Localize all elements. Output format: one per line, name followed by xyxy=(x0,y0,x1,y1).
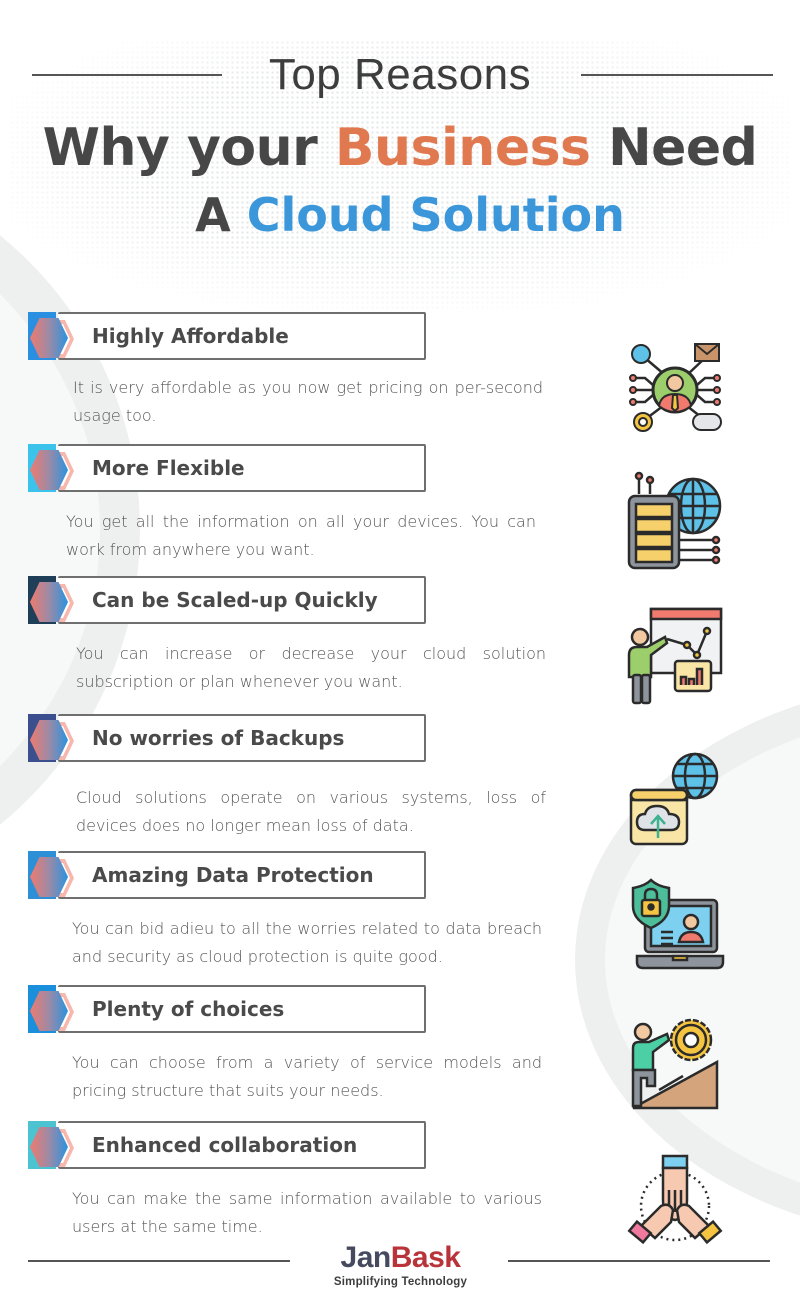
logo-bask: Bask xyxy=(390,1241,461,1274)
reason-title: No worries of Backups xyxy=(92,726,345,750)
page-title-line1: Why your Business Need xyxy=(0,116,800,180)
reason-header-box: Plenty of choices xyxy=(28,985,426,1033)
reason-description: You can choose from a variety of service… xyxy=(72,1053,542,1100)
title-accent-business: Business xyxy=(334,118,591,178)
reason-description: You can make the same information availa… xyxy=(72,1189,542,1236)
server-globe-icon xyxy=(627,471,722,570)
reason-description: You can bid adieu to all the worries rel… xyxy=(72,919,542,966)
hexagon-icon xyxy=(30,857,76,897)
title-text: Need xyxy=(590,118,758,178)
reason-description: You can increase or decrease your cloud … xyxy=(76,644,546,691)
reason-item: Can be Scaled-up Quickly You can increase… xyxy=(28,576,588,691)
reason-header-box: Can be Scaled-up Quickly xyxy=(28,576,426,624)
reason-header-box: Highly Affordable xyxy=(28,312,426,360)
reason-item: Amazing Data Protection You can bid adieu… xyxy=(28,851,588,966)
reason-description: Cloud solutions operate on various syste… xyxy=(76,788,546,835)
logo-wordmark: JanBask xyxy=(328,1242,473,1274)
logo-tagline: Simplifying Technology xyxy=(333,1276,468,1288)
cloud-upload-globe-icon xyxy=(629,752,719,846)
presentation-chart-icon xyxy=(627,607,723,705)
footer-divider-right xyxy=(508,1260,770,1262)
reason-header-box: No worries of Backups xyxy=(28,714,426,762)
header: Top Reasons Why your Business Need A Clo… xyxy=(0,50,800,250)
reason-title: More Flexible xyxy=(92,456,245,480)
janbask-logo: JanBask Simplifying Technology xyxy=(328,1242,473,1289)
reason-title: Plenty of choices xyxy=(92,997,285,1021)
reason-item: Enhanced collaboration You can make the s… xyxy=(28,1121,588,1236)
reason-item: Plenty of choices You can choose from a v… xyxy=(28,985,588,1100)
shield-laptop-icon xyxy=(631,878,725,970)
hexagon-icon xyxy=(30,720,76,760)
title-accent-cloud: Cloud Solution xyxy=(246,188,625,242)
reason-item: More Flexible You get all the information… xyxy=(28,444,588,559)
logo-jan: Jan xyxy=(340,1241,392,1274)
reason-description: You get all the information on all your … xyxy=(66,512,536,559)
hexagon-icon xyxy=(30,582,76,622)
reason-title: Highly Affordable xyxy=(92,324,289,348)
title-text: A xyxy=(195,188,247,242)
footer-divider-left xyxy=(28,1260,290,1262)
reason-header-box: Amazing Data Protection xyxy=(28,851,426,899)
reason-item: Highly Affordable It is very affordable a… xyxy=(28,312,588,425)
title-text: Why your xyxy=(42,118,335,178)
reason-title: Can be Scaled-up Quickly xyxy=(92,588,378,612)
teamwork-hands-icon xyxy=(627,1154,723,1245)
top-label-row: Top Reasons xyxy=(0,50,800,106)
divider-right xyxy=(581,74,773,76)
hexagon-icon xyxy=(30,318,76,358)
reason-title: Enhanced collaboration xyxy=(92,1133,358,1157)
reason-header-box: Enhanced collaboration xyxy=(28,1121,426,1169)
hexagon-icon xyxy=(30,1127,76,1167)
reason-header-box: More Flexible xyxy=(28,444,426,492)
page-title-line2: A Cloud Solution xyxy=(20,180,800,250)
hexagon-icon xyxy=(30,450,76,490)
customer-network-icon xyxy=(629,343,722,432)
climber-gear-icon xyxy=(631,1018,719,1110)
reason-item: No worries of Backups Cloud solutions ope… xyxy=(28,714,588,835)
reason-description: It is very affordable as you now get pri… xyxy=(73,378,543,425)
hexagon-icon xyxy=(30,991,76,1031)
reason-title: Amazing Data Protection xyxy=(92,863,374,887)
